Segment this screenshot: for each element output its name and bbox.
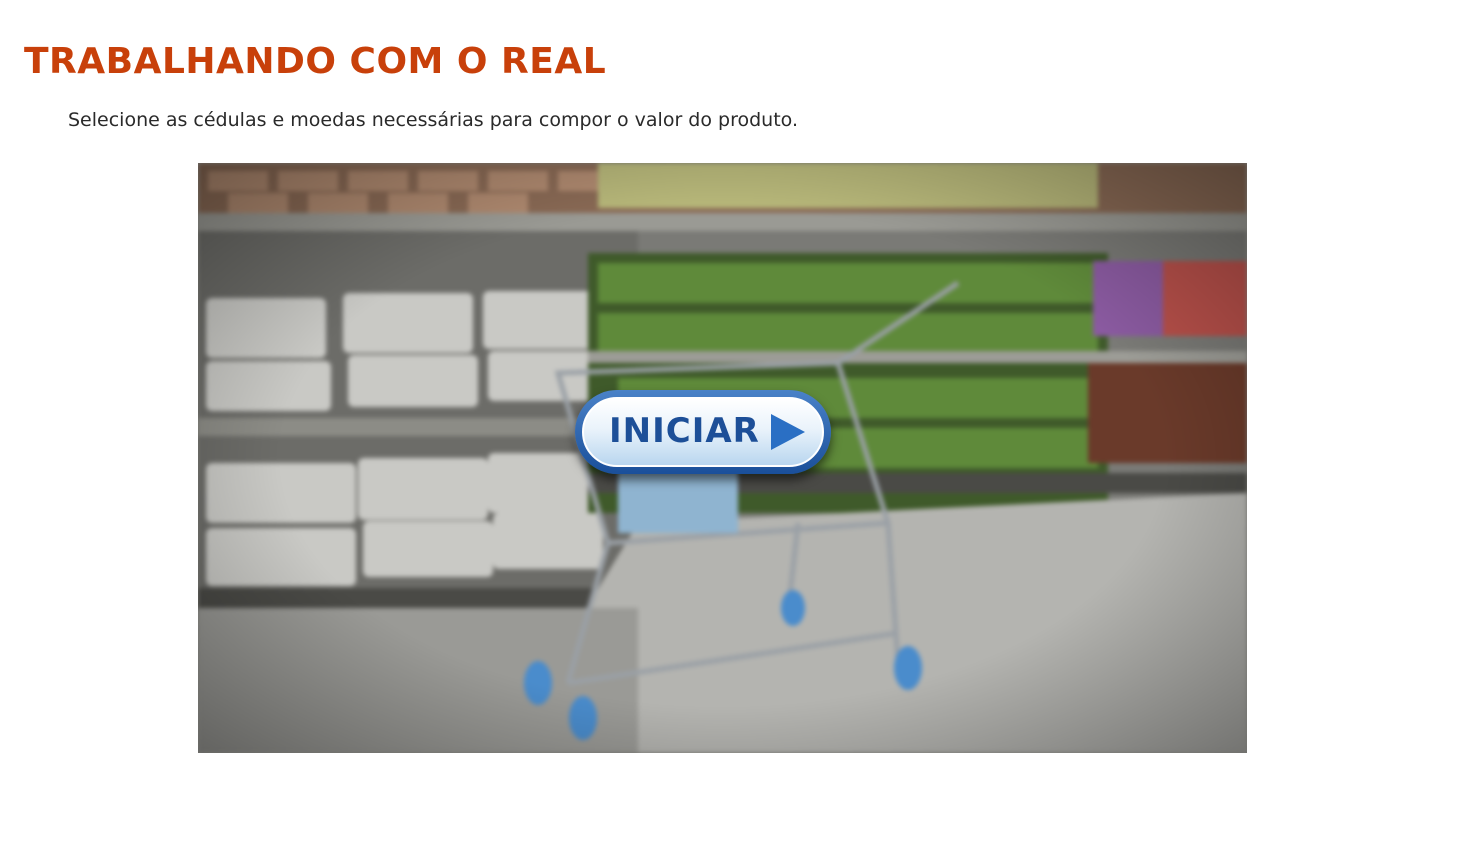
start-button[interactable]: INICIAR <box>575 390 831 474</box>
play-arrow-icon <box>771 414 805 450</box>
activity-page: TRABALHANDO COM O REAL Selecione as cédu… <box>0 0 1460 850</box>
instructions-text: Selecione as cédulas e moedas necessária… <box>68 109 798 131</box>
start-button-label: INICIAR <box>609 411 760 451</box>
game-stage: INICIAR <box>198 163 1247 753</box>
page-title: TRABALHANDO COM O REAL <box>24 41 607 82</box>
